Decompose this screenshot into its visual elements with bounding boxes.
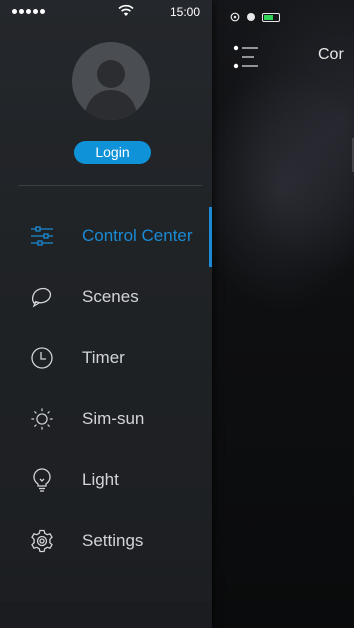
wifi-icon (118, 4, 134, 16)
main-status-bar (230, 10, 280, 24)
divider (18, 185, 202, 186)
battery-icon (262, 12, 280, 22)
scenes-icon (30, 285, 54, 309)
avatar[interactable] (72, 42, 150, 120)
nav-item-timer[interactable]: Timer (0, 327, 212, 388)
menu-icon[interactable] (232, 44, 260, 70)
main-content: Cor (212, 0, 354, 628)
nav-item-light[interactable]: Light (0, 449, 212, 510)
main-title: Cor (318, 46, 344, 63)
nav-item-label: Light (82, 469, 119, 489)
nav-item-label: Timer (82, 347, 125, 367)
app-frame: Cor 15:00 Login Control Center Scenes Ti… (0, 0, 354, 628)
sliders-icon (30, 224, 54, 248)
lock-rotation-icon (230, 12, 240, 22)
login-button[interactable]: Login (74, 141, 151, 164)
nav-item-label: Sim-sun (82, 408, 145, 428)
status-time: 15:00 (170, 5, 201, 19)
user-silhouette-icon (84, 60, 138, 120)
nav-item-sim-sun[interactable]: Sim-sun (0, 388, 212, 449)
nav-menu: Control Center Scenes Timer Sim-sun Ligh… (0, 205, 212, 571)
status-bar: 15:00 (0, 0, 212, 22)
nav-item-control-center[interactable]: Control Center (0, 205, 212, 267)
sun-icon (30, 407, 54, 431)
nav-item-settings[interactable]: Settings (0, 510, 212, 571)
main-header: Cor (212, 42, 354, 72)
gear-icon (30, 529, 54, 553)
alarm-icon (247, 13, 255, 21)
nav-item-label: Control Center (82, 225, 193, 245)
drawer-footer (0, 602, 212, 628)
nav-item-scenes[interactable]: Scenes (0, 266, 212, 327)
side-drawer: 15:00 Login Control Center Scenes Timer … (0, 0, 212, 628)
nav-item-label: Settings (82, 530, 144, 550)
bulb-icon (30, 467, 54, 492)
clock-icon (30, 346, 54, 370)
signal-icon (12, 9, 45, 14)
nav-item-label: Scenes (82, 286, 139, 306)
active-indicator (209, 207, 212, 267)
